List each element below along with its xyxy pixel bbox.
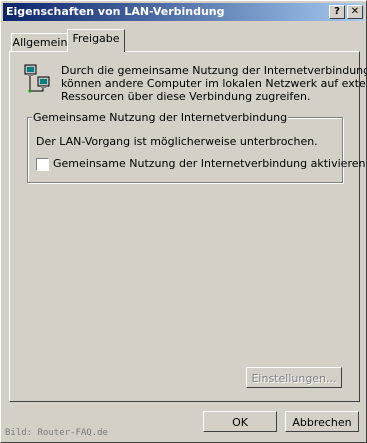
tab-panel [9, 51, 360, 402]
sharing-groupbox-title: Gemeinsame Nutzung der Internetverbindun… [32, 111, 289, 124]
network-computers-icon [24, 64, 50, 93]
description-line-2: können andere Computer im lokalen Netzwe… [61, 77, 367, 90]
description-line-3: Ressourcen über diese Verbindung zugreif… [61, 90, 311, 103]
enable-sharing-label[interactable]: Gemeinsame Nutzung der Internetverbindun… [53, 157, 365, 170]
ok-button[interactable]: OK [203, 411, 277, 432]
close-button[interactable]: ✕ [347, 5, 363, 19]
properties-dialog: Eigenschaften von LAN-Verbindung ? ✕ All… [0, 0, 367, 443]
help-button[interactable]: ? [329, 5, 345, 19]
enable-sharing-checkbox[interactable] [36, 158, 49, 171]
status-text: Der LAN-Vorgang ist möglicherweise unter… [36, 135, 318, 148]
description-line-1: Durch die gemeinsame Nutzung der Interne… [61, 64, 367, 77]
window-title: Eigenschaften von LAN-Verbindung [6, 5, 225, 18]
title-bar[interactable]: Eigenschaften von LAN-Verbindung ? ✕ [3, 3, 364, 21]
sharing-groupbox [27, 117, 343, 183]
watermark: Bild: Router-FAQ.de [5, 428, 108, 438]
cancel-button[interactable]: Abbrechen [285, 411, 359, 432]
tab-freigabe[interactable]: Freigabe [67, 29, 125, 52]
settings-button[interactable]: Einstellungen... [246, 367, 342, 388]
tab-allgemein[interactable]: Allgemein [11, 33, 69, 52]
